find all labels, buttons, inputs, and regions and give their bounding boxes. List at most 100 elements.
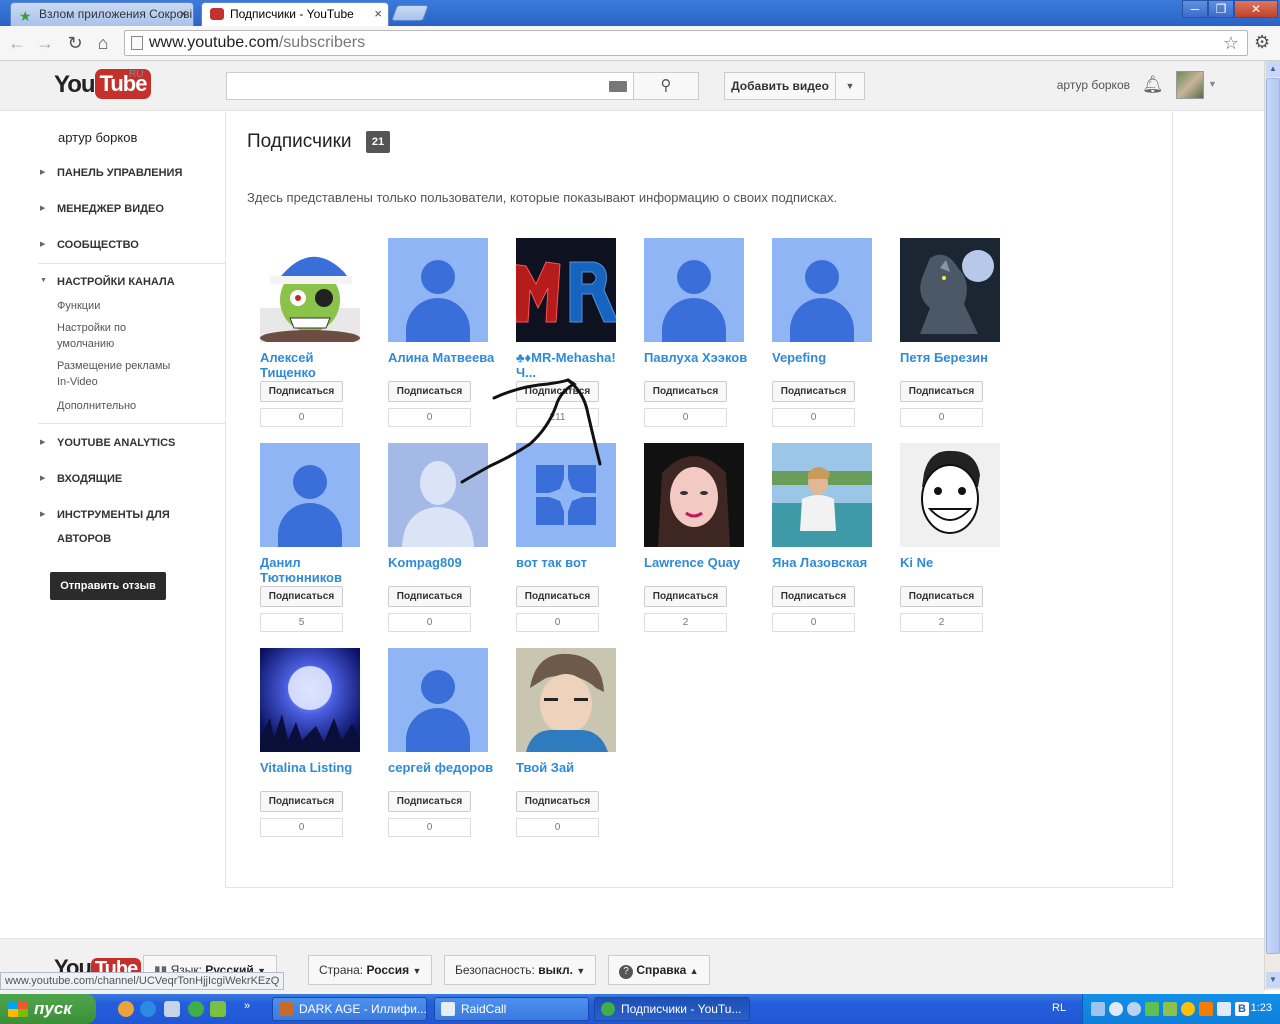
subscriber-name[interactable]: Алина Матвеева	[388, 350, 496, 365]
page-scrollbar[interactable]: ▲ ▼	[1264, 61, 1280, 990]
subscriber-name[interactable]: Петя Березин	[900, 350, 1008, 365]
sidebar-subitem-defaults[interactable]: Настройки по умолчанию	[57, 320, 167, 352]
taskbar-task-raidcall[interactable]: RaidCall	[434, 997, 589, 1021]
subscriber-avatar[interactable]	[900, 443, 1000, 547]
keyboard-language-indicator[interactable]: RL	[1052, 1002, 1066, 1014]
subscribe-button[interactable]: Подписаться	[644, 586, 727, 607]
keyboard-icon[interactable]	[609, 81, 627, 92]
subscribe-button[interactable]: Подписаться	[260, 381, 343, 402]
sidebar-subitem-advanced[interactable]: Дополнительно	[57, 398, 136, 414]
subscriber-avatar[interactable]	[900, 238, 1000, 342]
sidebar-subitem-features[interactable]: Функции	[57, 298, 100, 314]
taskbar-task-darkage[interactable]: DARK AGE - Иллифи...	[272, 997, 427, 1021]
tray-vk-icon[interactable]: B	[1235, 1002, 1249, 1016]
subscribe-button[interactable]: Подписаться	[388, 586, 471, 607]
search-button[interactable]: ⚲	[633, 72, 699, 100]
subscribe-button[interactable]: Подписаться	[772, 381, 855, 402]
subscriber-avatar[interactable]	[516, 648, 616, 752]
start-button[interactable]: пуск	[0, 994, 96, 1024]
subscribe-button[interactable]: Подписаться	[260, 791, 343, 812]
subscriber-name[interactable]: Vepefing	[772, 350, 880, 365]
subscriber-name[interactable]: вот так вот	[516, 555, 624, 570]
sidebar-item-video-manager[interactable]: МЕНЕДЖЕР ВИДЕО	[57, 203, 164, 215]
send-feedback-button[interactable]: Отправить отзыв	[50, 572, 166, 600]
subscriber-name[interactable]: Vitalina Listing	[260, 760, 368, 775]
scroll-down-icon[interactable]: ▼	[1266, 972, 1280, 988]
subscriber-avatar[interactable]	[260, 238, 360, 342]
subscribe-button[interactable]: Подписаться	[772, 586, 855, 607]
scroll-up-icon[interactable]: ▲	[1266, 61, 1280, 77]
default-avatar-icon[interactable]	[388, 238, 488, 342]
quicklaunch-avast-icon[interactable]	[118, 1001, 134, 1017]
header-username[interactable]: артур борков	[1040, 78, 1130, 92]
close-tab-icon[interactable]: ×	[179, 3, 187, 25]
quicklaunch-more-icon[interactable]: »	[244, 1000, 250, 1012]
forward-arrow-icon[interactable]: →	[34, 32, 56, 54]
subscriber-name[interactable]: Алексей Тищенко	[260, 350, 368, 380]
taskbar-task-chrome[interactable]: Подписчики - YouTu...	[594, 997, 750, 1021]
upload-dropdown-icon[interactable]: ▼	[835, 72, 865, 100]
close-tab-icon[interactable]: ×	[374, 3, 382, 25]
subscribe-button[interactable]: Подписаться	[516, 586, 599, 607]
safety-selector[interactable]: Безопасность: выкл. ▼	[444, 955, 597, 985]
quicklaunch-chrome-icon[interactable]	[188, 1001, 204, 1017]
subscriber-name[interactable]: Яна Лазовская	[772, 555, 880, 570]
search-input[interactable]	[226, 72, 634, 100]
reload-icon[interactable]: ↻	[64, 32, 86, 54]
browser-tab-1[interactable]: ★ Взлом приложения Сокрові ×	[10, 2, 194, 26]
silhouette-avatar-icon[interactable]	[388, 443, 488, 547]
subscribe-button[interactable]: Подписаться	[644, 381, 727, 402]
sidebar-username[interactable]: артур борков	[58, 130, 137, 145]
subscriber-avatar[interactable]	[772, 443, 872, 547]
browser-tab-2[interactable]: Подписчики - YouTube ×	[201, 2, 389, 26]
subscribe-button[interactable]: Подписаться	[900, 381, 983, 402]
youtube-logo[interactable]: You Tube RU	[54, 69, 152, 101]
new-tab-button[interactable]	[391, 5, 429, 21]
close-window-button[interactable]: ✕	[1234, 0, 1278, 18]
upload-button[interactable]: Добавить видео	[724, 72, 836, 100]
tray-info-icon[interactable]	[1181, 1002, 1195, 1016]
country-selector[interactable]: Страна: Россия ▼	[308, 955, 433, 985]
tray-network-icon[interactable]	[1091, 1002, 1105, 1016]
home-icon[interactable]: ⌂	[92, 32, 114, 54]
subscribe-button[interactable]: Подписаться	[516, 791, 599, 812]
help-button[interactable]: ? Справка ▲	[608, 955, 710, 985]
subscriber-name[interactable]: сергей федоров	[388, 760, 496, 775]
subscriber-avatar[interactable]	[516, 238, 616, 342]
subscriber-name[interactable]: Kompag809	[388, 555, 496, 570]
pattern-avatar-icon[interactable]	[516, 443, 616, 547]
sidebar-item-creator-tools[interactable]: ИНСТРУМЕНТЫ ДЛЯ АВТОРОВ	[57, 503, 187, 551]
quicklaunch-ie-icon[interactable]	[140, 1001, 156, 1017]
tray-app-icon[interactable]	[1145, 1002, 1159, 1016]
chevron-down-icon[interactable]: ▼	[1208, 79, 1217, 89]
subscriber-name[interactable]: Павлуха Хээков	[644, 350, 752, 365]
default-avatar-icon[interactable]	[772, 238, 872, 342]
subscriber-name[interactable]: ♣♦MR-Mehasha! Ч...	[516, 350, 624, 380]
subscribe-button[interactable]: Подписаться	[900, 586, 983, 607]
maximize-button[interactable]: ❐	[1208, 0, 1234, 18]
bookmark-star-icon[interactable]: ☆	[1223, 31, 1239, 55]
sidebar-item-community[interactable]: СООБЩЕСТВО	[57, 239, 139, 251]
tray-app-icon[interactable]	[1199, 1002, 1213, 1016]
sidebar-item-channel-settings[interactable]: НАСТРОЙКИ КАНАЛА	[57, 276, 175, 288]
minimize-button[interactable]: ─	[1182, 0, 1208, 18]
subscriber-avatar[interactable]	[644, 443, 744, 547]
wrench-menu-icon[interactable]: ⚙	[1254, 32, 1270, 53]
scrollbar-thumb[interactable]	[1266, 78, 1280, 954]
sidebar-subitem-invideo[interactable]: Размещение рекламы In-Video	[57, 358, 177, 390]
subscriber-name[interactable]: Данил Тютюнников	[260, 555, 368, 585]
subscriber-avatar[interactable]	[260, 648, 360, 752]
tray-volume-icon[interactable]	[1217, 1002, 1231, 1016]
subscriber-name[interactable]: Ki Ne	[900, 555, 1008, 570]
quicklaunch-app-icon[interactable]	[210, 1001, 226, 1017]
subscriber-name[interactable]: Lawrence Quay	[644, 555, 752, 570]
default-avatar-icon[interactable]	[388, 648, 488, 752]
sidebar-item-inbox[interactable]: ВХОДЯЩИЕ	[57, 473, 122, 485]
back-arrow-icon[interactable]: ←	[6, 32, 28, 54]
subscribe-button[interactable]: Подписаться	[516, 381, 599, 402]
default-avatar-icon[interactable]	[260, 443, 360, 547]
avatar[interactable]	[1176, 71, 1204, 99]
address-bar[interactable]: www.youtube.com/subscribers ☆	[124, 30, 1248, 56]
subscribe-button[interactable]: Подписаться	[388, 381, 471, 402]
sidebar-item-dashboard[interactable]: ПАНЕЛЬ УПРАВЛЕНИЯ	[57, 167, 182, 179]
